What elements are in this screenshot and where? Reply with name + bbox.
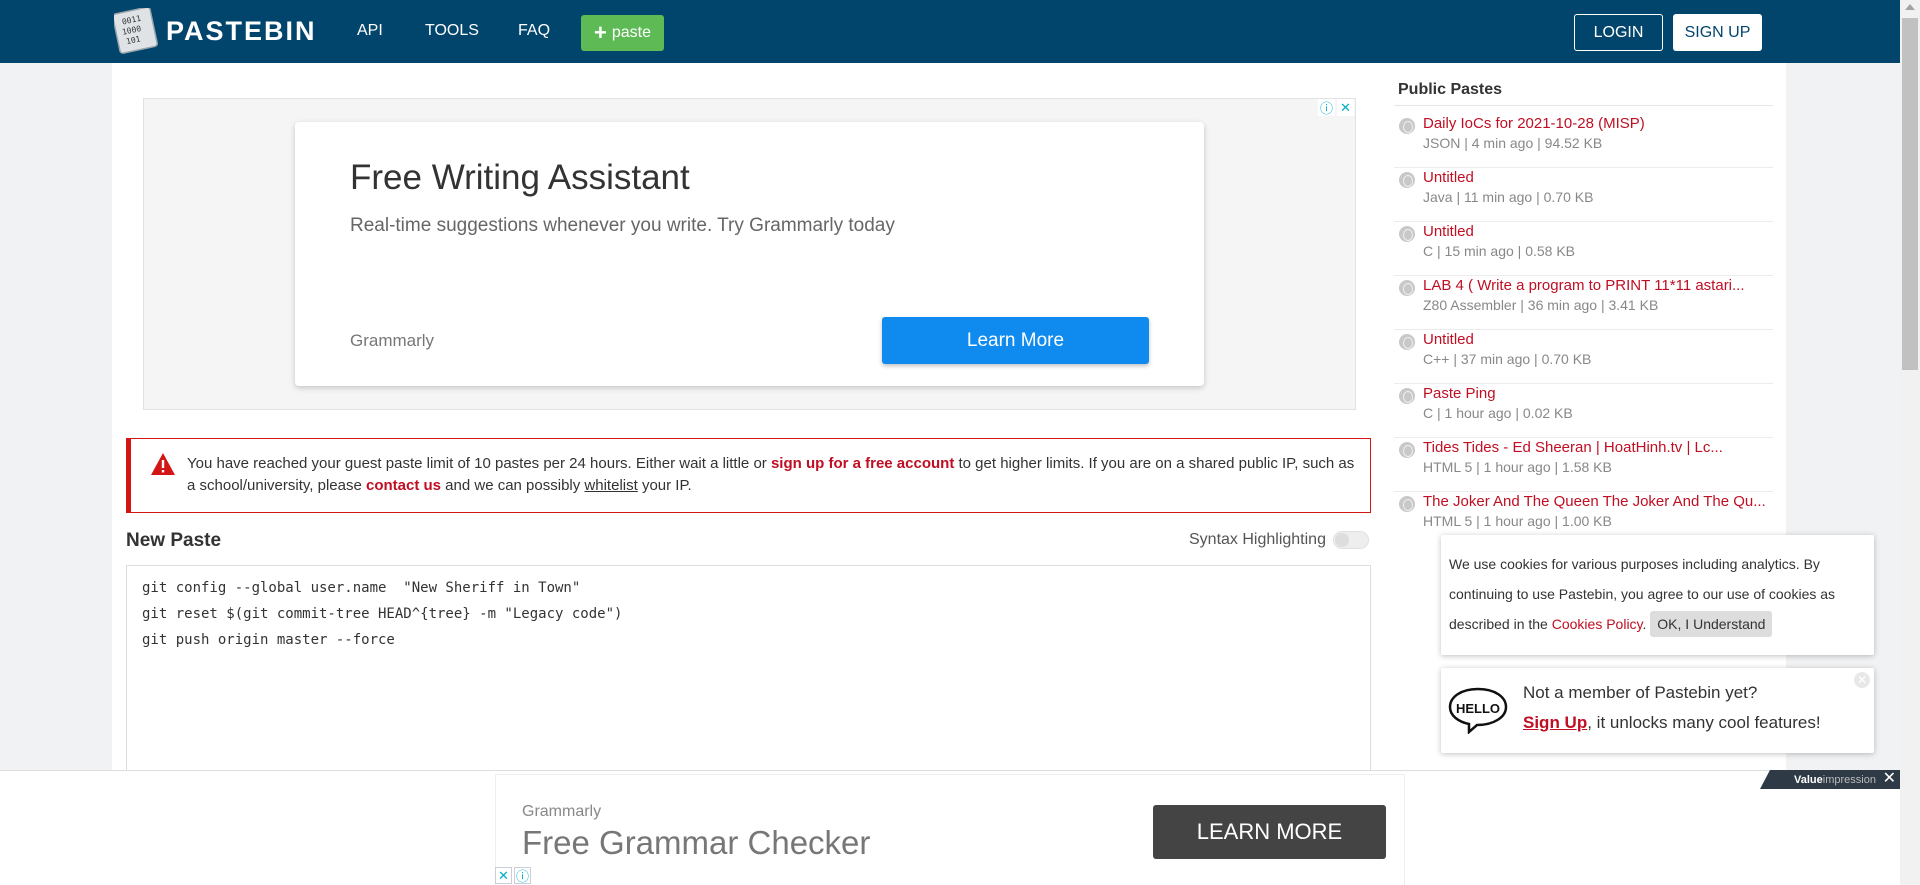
ad-close-icon[interactable]: ✕: [1337, 99, 1354, 116]
ad-title: Free Writing Assistant: [350, 158, 690, 197]
whitelist-link[interactable]: whitelist: [584, 477, 637, 494]
new-paste-button[interactable]: + paste: [581, 15, 664, 51]
paste-title-link[interactable]: LAB 4 ( Write a program to PRINT 11*11 a…: [1423, 277, 1745, 294]
nav-tools[interactable]: TOOLS: [425, 22, 479, 40]
globe-icon: [1399, 280, 1415, 296]
ad-info-icon[interactable]: ⓘ: [1318, 99, 1335, 116]
ad-brand: Grammarly: [350, 331, 435, 350]
paste-title-link[interactable]: Tides Tides - Ed Sheeran | HoatHinh.tv |…: [1423, 439, 1723, 456]
badge-light-text: impression: [1822, 773, 1876, 786]
contact-us-link[interactable]: contact us: [366, 477, 441, 494]
paste-meta: C++ | 37 min ago | 0.70 KB: [1423, 351, 1592, 367]
paste-meta: C | 1 hour ago | 0.02 KB: [1423, 405, 1573, 421]
hello-text: HELLO: [1456, 701, 1500, 716]
globe-icon: [1399, 118, 1415, 134]
paste-limit-warning: You have reached your guest paste limit …: [126, 438, 1371, 513]
logo-icon: 0011 1000 101: [114, 8, 158, 54]
ad-close-icon[interactable]: ✕: [495, 867, 512, 884]
warning-icon: [151, 453, 175, 475]
nav-api[interactable]: API: [357, 22, 383, 40]
paste-title-link[interactable]: Untitled: [1423, 223, 1474, 240]
top-navbar: 0011 1000 101 PASTEBIN API TOOLS FAQ + p…: [0, 0, 1900, 63]
public-paste-item[interactable]: Untitled Java | 11 min ago | 0.70 KB: [1394, 168, 1773, 222]
bottom-ad-brand: Grammarly: [522, 803, 602, 820]
public-paste-item[interactable]: LAB 4 ( Write a program to PRINT 11*11 a…: [1394, 276, 1773, 330]
new-paste-title: New Paste: [126, 530, 222, 551]
member-signup-link[interactable]: Sign Up: [1523, 713, 1587, 732]
paste-meta: JSON | 4 min ago | 94.52 KB: [1423, 135, 1603, 151]
globe-icon: [1399, 442, 1415, 458]
ad-card[interactable]: Free Writing Assistant Real-time suggest…: [295, 122, 1204, 386]
cookie-consent-popup: We use cookies for various purposes incl…: [1441, 535, 1874, 655]
nav-faq[interactable]: FAQ: [518, 22, 550, 40]
paste-textarea[interactable]: git config --global user.name "New Sheri…: [126, 565, 1371, 775]
member-signup-text: Sign Up, it unlocks many cool features!: [1523, 713, 1821, 733]
cookies-policy-link[interactable]: Cookies Policy: [1552, 616, 1643, 632]
bottom-ad-card[interactable]: Grammarly Free Grammar Checker LEARN MOR…: [495, 774, 1405, 885]
scroll-up-arrow-icon[interactable]: [1905, 4, 1915, 10]
paste-title-link[interactable]: Untitled: [1423, 331, 1474, 348]
divider: [1394, 105, 1773, 106]
bottom-ad-controls: ✕ ⓘ: [495, 867, 531, 884]
paste-button-label: paste: [611, 24, 651, 41]
syntax-highlighting-label: Syntax Highlighting: [1189, 531, 1326, 548]
public-pastes-title: Public Pastes: [1398, 81, 1503, 98]
syntax-highlighting-toggle[interactable]: [1333, 531, 1369, 549]
public-paste-item[interactable]: Daily IoCs for 2021-10-28 (MISP) JSON | …: [1394, 114, 1773, 168]
paste-title-link[interactable]: Untitled: [1423, 169, 1474, 186]
ad-subtitle: Real-time suggestions whenever you write…: [350, 215, 895, 236]
cookie-ok-button[interactable]: OK, I Understand: [1650, 611, 1773, 637]
bottom-ad-title: Free Grammar Checker: [522, 824, 871, 861]
cookie-text: We use cookies for various purposes incl…: [1449, 549, 1869, 639]
globe-icon: [1399, 496, 1415, 512]
warning-text-part: and we can possibly: [441, 477, 585, 494]
globe-icon: [1399, 388, 1415, 404]
ad-controls: ⓘ ✕: [1318, 99, 1354, 116]
logo-text: PASTEBIN: [166, 15, 317, 46]
paste-title-link[interactable]: The Joker And The Queen The Joker And Th…: [1423, 493, 1766, 510]
public-paste-item[interactable]: Untitled C | 15 min ago | 0.58 KB: [1394, 222, 1773, 276]
warning-text-part: You have reached your guest paste limit …: [187, 455, 771, 472]
paste-title-link[interactable]: Paste Ping: [1423, 385, 1496, 402]
badge-bold-text: Value: [1794, 773, 1823, 786]
close-icon[interactable]: ✕: [1883, 771, 1896, 787]
bottom-ad-learn-more-button[interactable]: LEARN MORE: [1153, 805, 1386, 859]
globe-icon: [1399, 334, 1415, 350]
code-line: git config --global user.name "New Sheri…: [142, 580, 581, 596]
vertical-scrollbar[interactable]: [1900, 0, 1920, 885]
signup-free-link[interactable]: sign up for a free account: [771, 455, 954, 472]
scrollbar-thumb[interactable]: [1902, 18, 1918, 370]
public-paste-item[interactable]: Untitled C++ | 37 min ago | 0.70 KB: [1394, 330, 1773, 384]
code-line: git push origin master --force: [142, 632, 395, 648]
signup-button[interactable]: SIGN UP: [1673, 14, 1762, 51]
close-icon[interactable]: ✕: [1854, 672, 1870, 688]
hello-speech-bubble-icon: HELLO: [1448, 687, 1508, 734]
ad-info-icon[interactable]: ⓘ: [514, 867, 531, 884]
paste-meta: C | 15 min ago | 0.58 KB: [1423, 243, 1576, 259]
public-paste-item[interactable]: Paste Ping C | 1 hour ago | 0.02 KB: [1394, 384, 1773, 438]
ad-learn-more-button[interactable]: Learn More: [882, 317, 1149, 364]
member-question: Not a member of Pastebin yet?: [1523, 683, 1758, 702]
logo[interactable]: 0011 1000 101 PASTEBIN: [114, 8, 317, 54]
paste-meta: Java | 11 min ago | 0.70 KB: [1423, 189, 1594, 205]
warning-text: You have reached your guest paste limit …: [187, 453, 1357, 497]
paste-meta: HTML 5 | 1 hour ago | 1.58 KB: [1423, 459, 1612, 475]
public-paste-item[interactable]: Tides Tides - Ed Sheeran | HoatHinh.tv |…: [1394, 438, 1773, 492]
paste-meta: Z80 Assembler | 36 min ago | 3.41 KB: [1423, 297, 1659, 313]
code-line: git reset $(git commit-tree HEAD^{tree} …: [142, 606, 623, 622]
bottom-ad-bar: Grammarly Free Grammar Checker LEARN MOR…: [0, 770, 1900, 885]
valueimpression-badge[interactable]: Value impression ✕: [1760, 770, 1900, 789]
globe-icon: [1399, 172, 1415, 188]
paste-meta: HTML 5 | 1 hour ago | 1.00 KB: [1423, 513, 1612, 529]
member-signup-rest: , it unlocks many cool features!: [1587, 713, 1821, 732]
cookie-text-part: .: [1642, 616, 1651, 632]
signup-prompt-popup: HELLO Not a member of Pastebin yet? Sign…: [1441, 668, 1874, 753]
globe-icon: [1399, 226, 1415, 242]
paste-title-link[interactable]: Daily IoCs for 2021-10-28 (MISP): [1423, 115, 1645, 132]
warning-text-part: your IP.: [637, 477, 692, 494]
login-button[interactable]: LOGIN: [1574, 14, 1663, 51]
plus-icon: +: [594, 20, 607, 45]
